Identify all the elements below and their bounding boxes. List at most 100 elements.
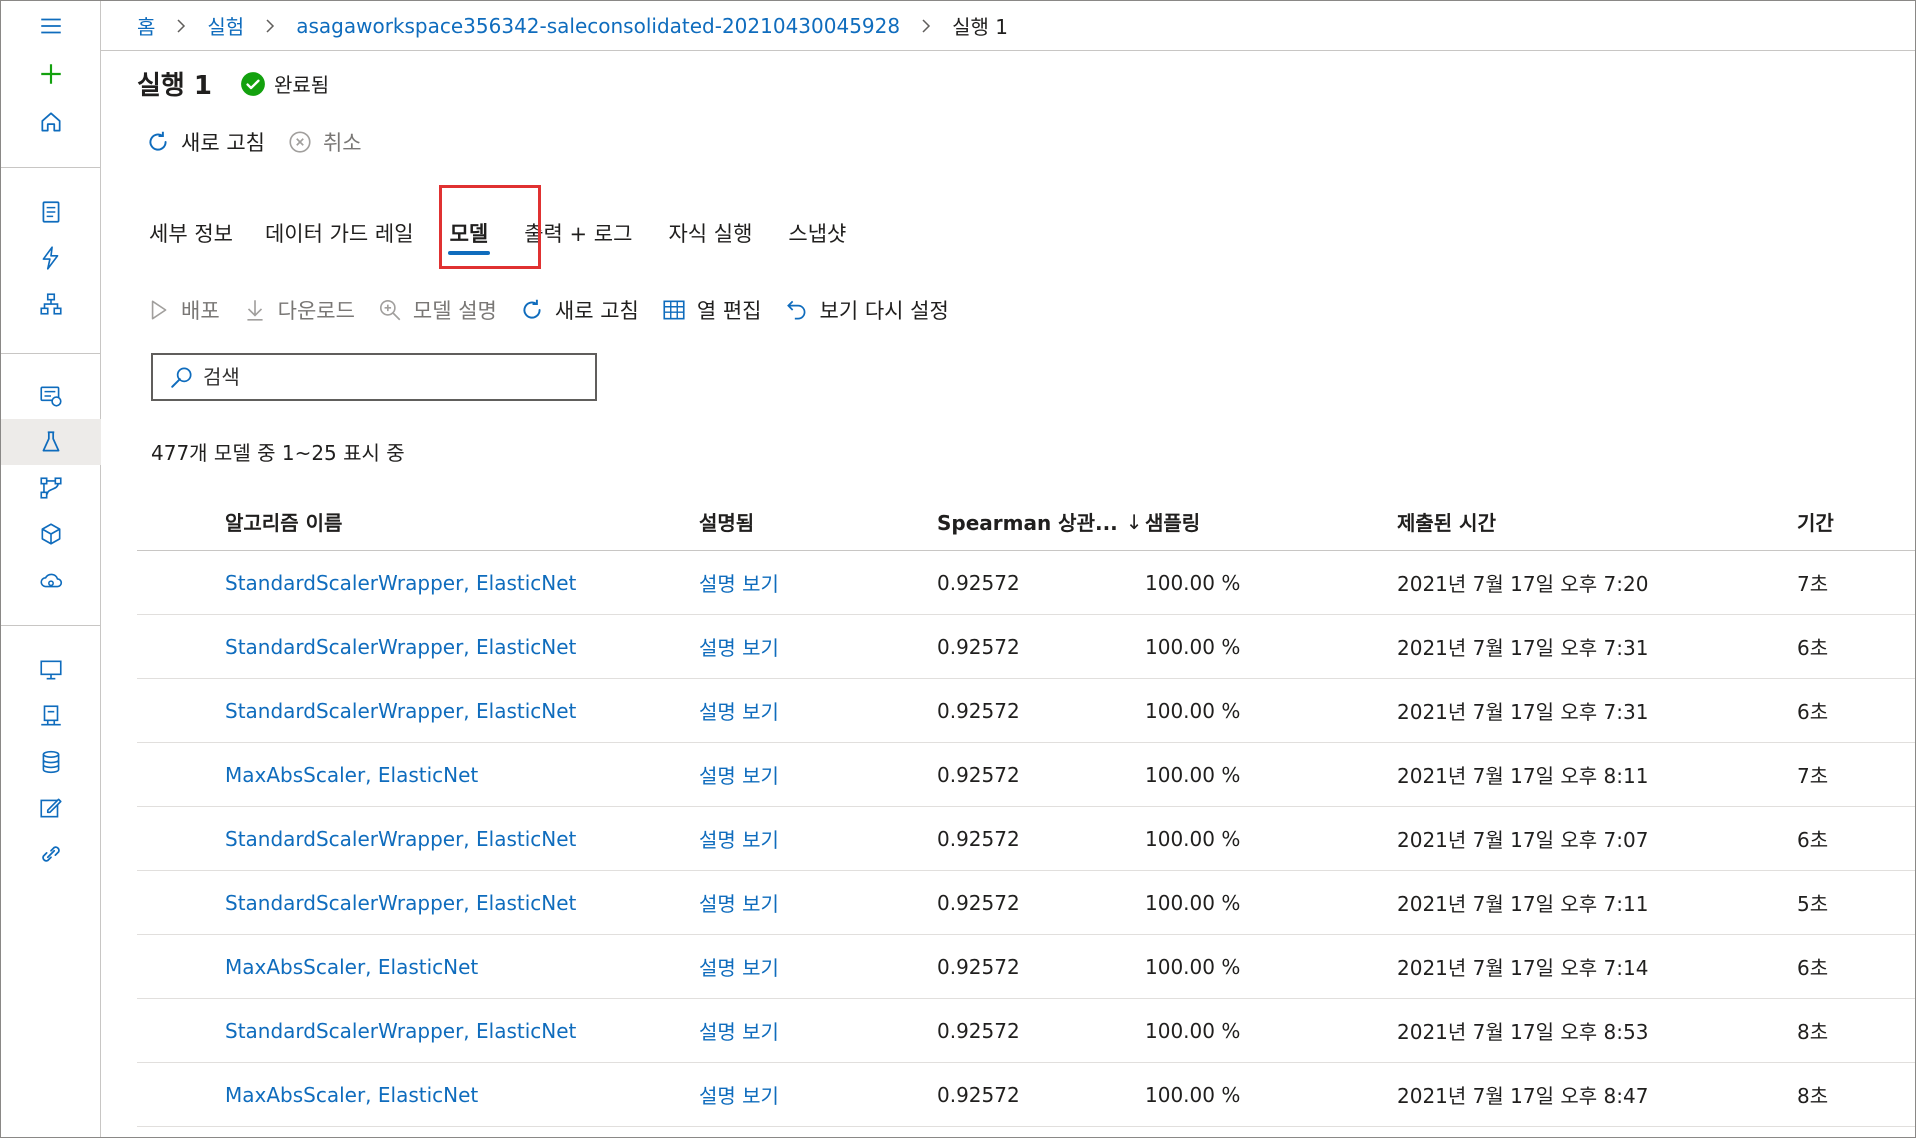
algorithm-link[interactable]: MaxAbsScaler, ElasticNet [225, 743, 478, 806]
view-explanation-link[interactable]: 설명 보기 [699, 679, 779, 742]
home-icon[interactable] [1, 99, 101, 145]
environments-icon[interactable] [1, 693, 101, 739]
tab-models[interactable]: 모델 [450, 201, 489, 265]
cancel-icon [289, 131, 311, 153]
datasets-icon[interactable] [1, 373, 101, 419]
datastores-icon[interactable] [1, 739, 101, 785]
view-explanation-link[interactable]: 설명 보기 [699, 743, 779, 806]
sampling-value: 100.00 % [1145, 1082, 1241, 1107]
duration-value: 8초 [1797, 1020, 1829, 1044]
duration-value: 5초 [1797, 892, 1829, 916]
algorithm-link[interactable]: StandardScalerWrapper, ElasticNet [225, 871, 576, 934]
result-count: 477개 모델 중 1~25 표시 중 [151, 441, 405, 465]
zoom-in-icon [379, 299, 401, 321]
col-submitted[interactable]: 제출된 시간 [1397, 493, 1496, 550]
automl-icon[interactable] [1, 235, 101, 281]
search-input[interactable] [203, 365, 563, 389]
models-table: 알고리즘 이름 설명됨 Spearman 상관... ↓ 샘플링 제출된 시간 … [137, 493, 1915, 1127]
labeling-icon[interactable] [1, 785, 101, 831]
view-explanation-link[interactable]: 설명 보기 [699, 935, 779, 998]
submitted-time: 2021년 7월 17일 오후 8:47 [1397, 1084, 1649, 1108]
col-sampling[interactable]: 샘플링 [1145, 493, 1200, 550]
endpoints-icon[interactable] [1, 557, 101, 603]
sort-descending-icon: ↓ [1125, 509, 1143, 534]
hamburger-icon[interactable] [1, 3, 101, 49]
view-explanation-link[interactable]: 설명 보기 [699, 871, 779, 934]
run-command-bar: 새로 고침 취소 [145, 127, 384, 157]
submitted-time: 2021년 7월 17일 오후 8:11 [1397, 764, 1649, 788]
download-icon [247, 300, 263, 321]
run-tabs: 세부 정보 데이터 가드 레일 모델 출력 + 로그 자식 실행 스냅샷 [149, 201, 846, 265]
pipelines-icon[interactable] [1, 465, 101, 511]
breadcrumb-experiments[interactable]: 실험 [207, 11, 244, 40]
app-frame: 홈 실험 asagaworkspace356342-saleconsolidat… [0, 0, 1916, 1138]
view-explanation-link[interactable]: 설명 보기 [699, 551, 779, 614]
spearman-value: 0.92572 [937, 570, 1020, 595]
sampling-value: 100.00 % [1145, 826, 1241, 851]
search-box [151, 353, 597, 401]
spearman-value: 0.92572 [937, 634, 1020, 659]
algorithm-link[interactable]: StandardScalerWrapper, ElasticNet [225, 615, 576, 678]
cancel-button[interactable]: 취소 [287, 127, 362, 157]
view-explanation-link[interactable]: 설명 보기 [699, 999, 779, 1062]
algorithm-link[interactable]: StandardScalerWrapper, ElasticNet [225, 679, 576, 742]
models-refresh-button[interactable]: 새로 고침 [519, 295, 639, 325]
tab-child-runs[interactable]: 자식 실행 [668, 201, 752, 265]
explain-model-label: 모델 설명 [412, 299, 497, 323]
col-duration[interactable]: 기간 [1797, 493, 1834, 550]
breadcrumb-experiment[interactable]: asagaworkspace356342-saleconsolidated-20… [296, 14, 900, 38]
models-icon[interactable] [1, 511, 101, 557]
edit-columns-button[interactable]: 열 편집 [661, 295, 762, 325]
model-toolbar: 배포 다운로드 모델 설명 새로 고침 열 편집 보기 다시 설정 [145, 295, 971, 325]
submitted-time: 2021년 7월 17일 오후 7:31 [1397, 700, 1649, 724]
algorithm-link[interactable]: MaxAbsScaler, ElasticNet [225, 935, 478, 998]
table-row[interactable]: StandardScalerWrapper, ElasticNet 설명 보기 … [137, 871, 1915, 935]
compute-icon[interactable] [1, 647, 101, 693]
linked-services-icon[interactable] [1, 831, 101, 877]
col-spearman[interactable]: Spearman 상관... ↓ [937, 493, 1143, 550]
explain-model-button[interactable]: 모델 설명 [377, 295, 497, 325]
experiments-icon[interactable] [1, 419, 101, 465]
edit-columns-label: 열 편집 [696, 299, 762, 323]
breadcrumb-home[interactable]: 홈 [137, 11, 155, 40]
reset-view-button[interactable]: 보기 다시 설정 [784, 295, 949, 325]
models-refresh-label: 새로 고침 [554, 299, 639, 323]
duration-value: 6초 [1797, 636, 1829, 660]
table-row[interactable]: MaxAbsScaler, ElasticNet 설명 보기 0.92572 1… [137, 743, 1915, 807]
sampling-value: 100.00 % [1145, 954, 1241, 979]
table-row[interactable]: MaxAbsScaler, ElasticNet 설명 보기 0.92572 1… [137, 1063, 1915, 1127]
tab-snapshot[interactable]: 스냅샷 [788, 201, 846, 265]
spearman-value: 0.92572 [937, 1018, 1020, 1043]
undo-icon [786, 300, 805, 320]
table-row[interactable]: StandardScalerWrapper, ElasticNet 설명 보기 … [137, 551, 1915, 615]
designer-icon[interactable] [1, 281, 101, 327]
view-explanation-link[interactable]: 설명 보기 [699, 1063, 779, 1126]
tab-details[interactable]: 세부 정보 [149, 201, 233, 265]
tab-data-guardrails[interactable]: 데이터 가드 레일 [265, 201, 414, 265]
notebook-icon[interactable] [1, 189, 101, 235]
algorithm-link[interactable]: MaxAbsScaler, ElasticNet [225, 1063, 478, 1126]
submitted-time: 2021년 7월 17일 오후 7:07 [1397, 828, 1649, 852]
table-row[interactable]: StandardScalerWrapper, ElasticNet 설명 보기 … [137, 999, 1915, 1063]
spearman-value: 0.92572 [937, 954, 1020, 979]
deploy-button[interactable]: 배포 [145, 295, 220, 325]
download-button[interactable]: 다운로드 [242, 295, 355, 325]
refresh-icon [523, 299, 541, 319]
plus-icon[interactable] [1, 51, 101, 97]
col-explained[interactable]: 설명됨 [699, 493, 754, 550]
breadcrumb: 홈 실험 asagaworkspace356342-saleconsolidat… [101, 1, 1915, 51]
run-refresh-button[interactable]: 새로 고침 [145, 127, 265, 157]
chevron-right-icon [264, 18, 276, 34]
table-row[interactable]: StandardScalerWrapper, ElasticNet 설명 보기 … [137, 807, 1915, 871]
algorithm-link[interactable]: StandardScalerWrapper, ElasticNet [225, 551, 576, 614]
spearman-value: 0.92572 [937, 762, 1020, 787]
algorithm-link[interactable]: StandardScalerWrapper, ElasticNet [225, 807, 576, 870]
table-row[interactable]: StandardScalerWrapper, ElasticNet 설명 보기 … [137, 615, 1915, 679]
col-algorithm[interactable]: 알고리즘 이름 [225, 493, 342, 550]
view-explanation-link[interactable]: 설명 보기 [699, 615, 779, 678]
tab-outputs-logs[interactable]: 출력 + 로그 [524, 201, 632, 265]
view-explanation-link[interactable]: 설명 보기 [699, 807, 779, 870]
table-row[interactable]: MaxAbsScaler, ElasticNet 설명 보기 0.92572 1… [137, 935, 1915, 999]
table-row[interactable]: StandardScalerWrapper, ElasticNet 설명 보기 … [137, 679, 1915, 743]
algorithm-link[interactable]: StandardScalerWrapper, ElasticNet [225, 999, 576, 1062]
